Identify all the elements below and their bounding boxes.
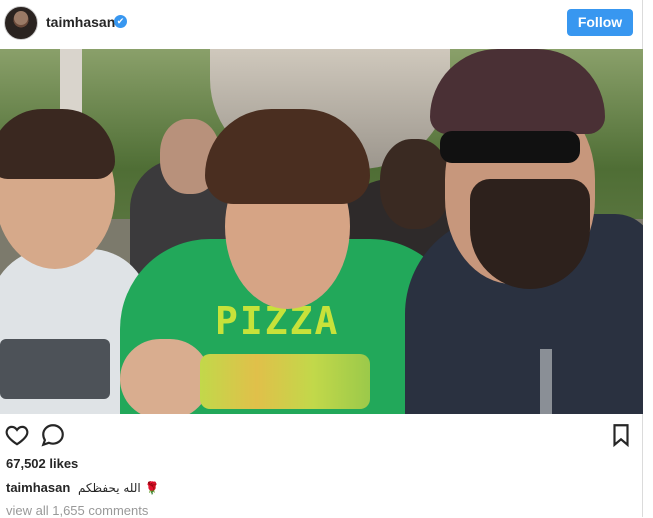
likes-count[interactable]: 67,502 likes bbox=[6, 456, 78, 471]
photo-left-child-shirt-print bbox=[0, 339, 110, 399]
header-username[interactable]: taimhasan bbox=[46, 14, 115, 30]
verified-badge-icon: ✔ bbox=[114, 15, 127, 28]
photo-center-child-hair bbox=[205, 109, 370, 204]
photo-man-zipper bbox=[540, 349, 552, 414]
photo-shirt-print-graphic bbox=[200, 354, 370, 409]
follow-button[interactable]: Follow bbox=[567, 9, 633, 36]
caption-username[interactable]: taimhasan bbox=[6, 480, 70, 495]
heart-icon[interactable] bbox=[4, 422, 30, 448]
comment-icon[interactable] bbox=[40, 422, 66, 448]
photo-center-child-arm bbox=[120, 339, 210, 414]
view-all-comments-link[interactable]: view all 1,655 comments bbox=[6, 503, 148, 518]
post-caption: taimhasan 🌹 الله يحفظكم bbox=[6, 480, 160, 495]
instagram-post: taimhasan ✔ Follow PIZZA 67,502 likes ta… bbox=[0, 0, 643, 518]
caption-text: 🌹 الله يحفظكم bbox=[77, 481, 160, 495]
post-actions bbox=[0, 414, 643, 454]
bookmark-icon[interactable] bbox=[608, 422, 634, 448]
avatar[interactable] bbox=[4, 6, 38, 40]
post-photo[interactable]: PIZZA bbox=[0, 49, 643, 414]
post-header: taimhasan ✔ Follow bbox=[0, 0, 643, 48]
photo-man-sunglasses bbox=[440, 131, 580, 163]
